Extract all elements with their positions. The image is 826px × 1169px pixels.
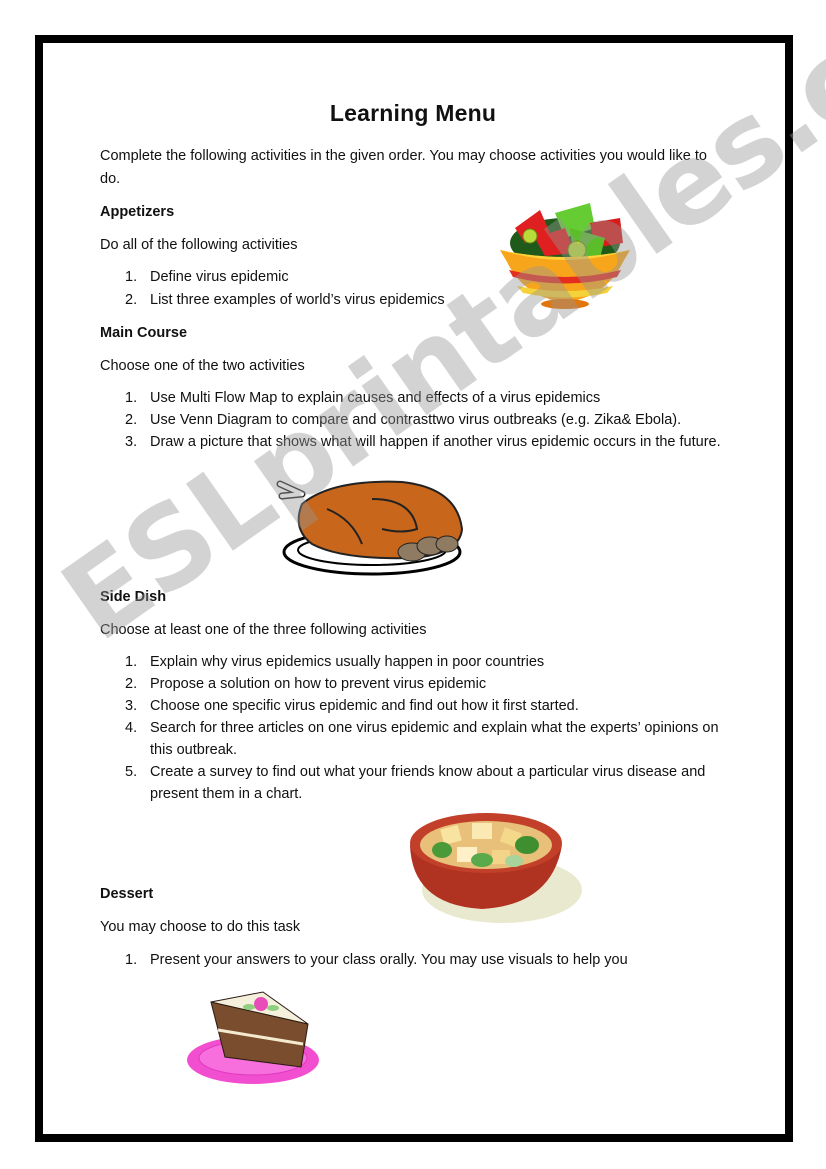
section-instruction-side-dish: Choose at least one of the three followi… [100,622,427,638]
list-number: 1. [125,952,138,968]
list-number: 3. [125,434,138,450]
section-heading-appetizers: Appetizers [100,204,175,220]
list-text: Define virus epidemic [150,269,289,285]
list-number: 2. [125,412,138,428]
roast-turkey-icon [276,480,464,576]
section-heading-main-course: Main Course [100,325,188,341]
page-title: Learning Menu [329,100,497,126]
list-text: Explain why virus epidemics usually happ… [150,654,545,670]
section-heading-dessert: Dessert [100,886,154,902]
list-number: 2. [125,292,138,308]
list-text: Present your answers to your class orall… [150,952,628,968]
list-text: Choose one specific virus epidemic and f… [150,698,579,714]
list-number: 1. [125,269,138,285]
list-text: Draw a picture that shows what will happ… [150,434,721,450]
list-text: List three examples of world’s virus epi… [150,292,445,308]
list-text: Use Multi Flow Map to explain causes and… [150,390,601,406]
section-instruction-main-course: Choose one of the two activities [100,358,305,374]
list-number: 1. [125,390,138,406]
section-instruction-dessert: You may choose to do this task [100,919,301,935]
section-heading-side-dish: Side Dish [100,589,167,605]
list-text: Search for three articles on one virus e… [150,720,719,758]
list-number: 5. [125,764,138,780]
cake-slice-icon [187,991,319,1084]
list-text: Propose a solution on how to prevent vir… [150,676,487,692]
list-number: 2. [125,676,138,692]
intro-text: Complete the following activities in the… [100,148,707,187]
list-number: 3. [125,698,138,714]
list-text: Create a survey to find out what your fr… [150,764,706,802]
potato-salad-bowl-icon [410,813,582,923]
list-number: 1. [125,654,138,670]
list-text: Use Venn Diagram to compare and contrast… [150,412,682,428]
salad-bowl-icon [500,203,630,309]
list-number: 4. [125,720,138,736]
